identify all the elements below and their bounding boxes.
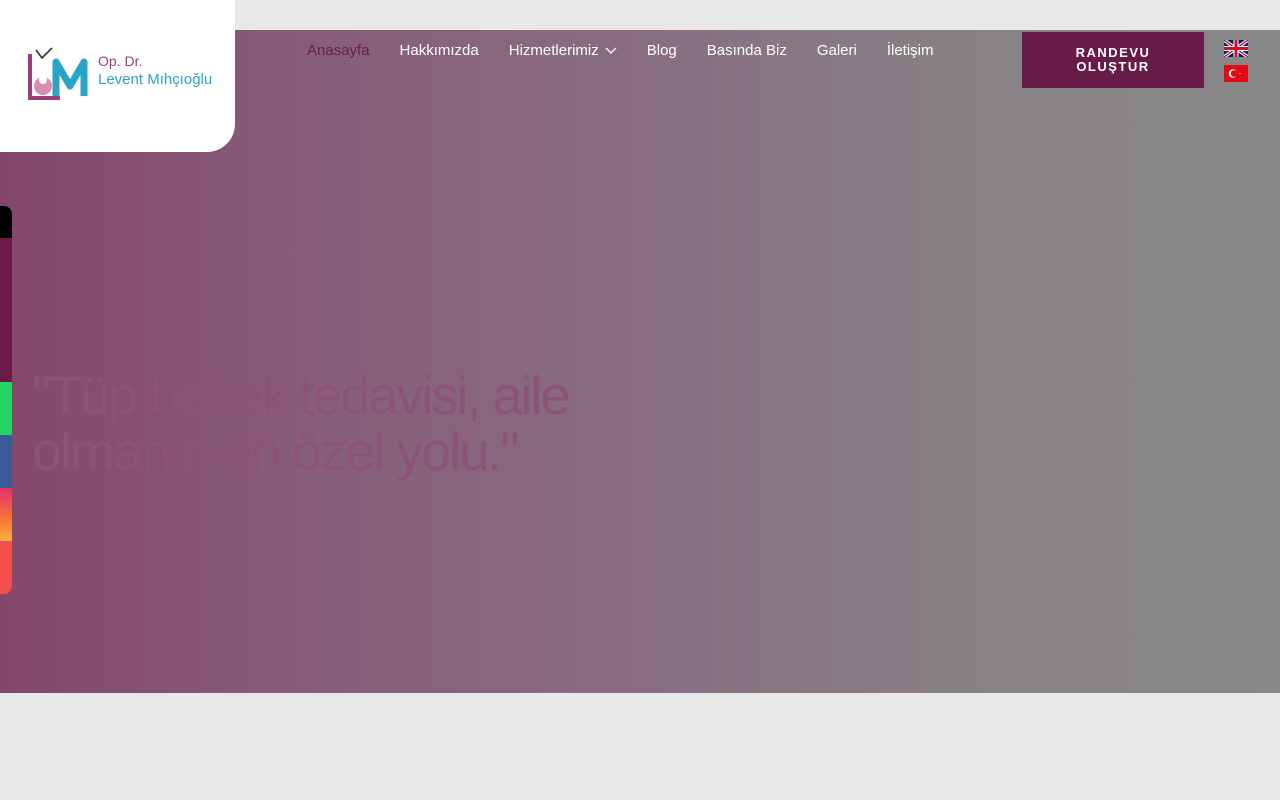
nav-label: Basında Biz [706, 42, 787, 59]
nav-label: Blog [646, 42, 677, 59]
logo-monogram-icon [28, 47, 88, 100]
logo-line1: Op. Dr. [98, 53, 143, 69]
x-twitter-icon[interactable] [0, 206, 12, 238]
page: Op. Dr. Levent Mıhçıoğlu Anasayfa Hakkım… [0, 0, 1280, 800]
nav-label: İletişim [886, 42, 934, 59]
plum-side-icon[interactable] [0, 238, 12, 382]
nav-item-iletisim[interactable]: İletişim [872, 38, 949, 63]
nav-label: Hizmetlerimiz [508, 42, 599, 59]
logo-card: Op. Dr. Levent Mıhçıoğlu [0, 0, 235, 152]
appointment-label-line1: RANDEVU [1075, 45, 1151, 60]
whatsapp-icon[interactable] [0, 382, 12, 435]
nav-item-basinda-biz[interactable]: Basında Biz [692, 38, 802, 63]
appointment-button[interactable]: RANDEVU OLUŞTUR [1022, 32, 1204, 88]
logo-text: Op. Dr. Levent Mıhçıoğlu [98, 52, 212, 87]
social-bar [0, 206, 12, 594]
instagram-icon[interactable] [0, 488, 12, 541]
facebook-icon[interactable] [0, 435, 12, 488]
logo-line2: Levent Mıhçıoğlu [98, 71, 213, 88]
nav-item-anasayfa[interactable]: Anasayfa [292, 38, 385, 63]
nav-item-hizmetlerimiz[interactable]: Hizmetlerimiz [494, 38, 632, 63]
nav-item-blog[interactable]: Blog [632, 38, 692, 63]
appointment-label-line2: OLUŞTUR [1076, 59, 1150, 74]
chevron-down-icon [605, 47, 617, 54]
site-logo[interactable]: Op. Dr. Levent Mıhçıoğlu [26, 46, 212, 102]
nav-item-galeri[interactable]: Galeri [802, 38, 872, 63]
nav-label: Hakkımızda [399, 42, 479, 59]
appointment-label: RANDEVU OLUŞTUR [1076, 46, 1151, 74]
nav-item-hakkimizda[interactable]: Hakkımızda [385, 38, 494, 63]
youtube-icon[interactable] [0, 541, 12, 594]
nav-label: Anasayfa [307, 42, 370, 59]
main-nav: Anasayfa Hakkımızda Hizmetlerimiz Blog B… [292, 38, 949, 63]
nav-label: Galeri [816, 42, 857, 59]
flag-tr-icon[interactable] [1224, 65, 1248, 82]
flag-uk-icon[interactable] [1224, 40, 1248, 57]
hero-quote: "Tüp bebek tedavisi, aile olmanın en öze… [32, 366, 571, 482]
